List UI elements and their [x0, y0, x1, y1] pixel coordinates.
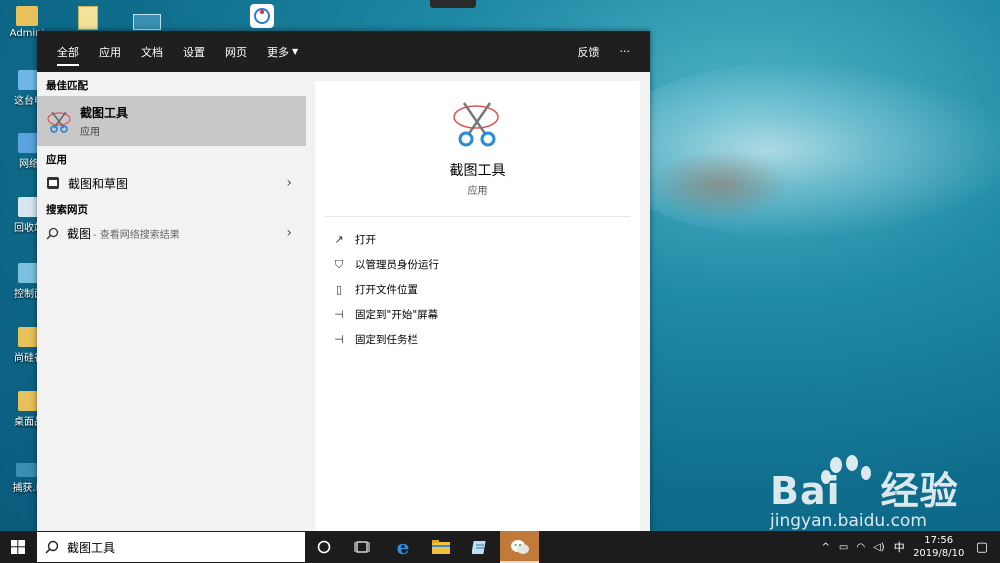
- best-match-type: 应用: [80, 127, 100, 138]
- clock-date: 2019/8/10: [913, 548, 965, 559]
- file-location-icon: ▯: [335, 283, 343, 296]
- search-input[interactable]: [65, 539, 269, 555]
- notepad-icon: [472, 541, 486, 554]
- action-run-as-admin[interactable]: ⛉ 以管理员身份运行: [315, 252, 640, 277]
- tab-label: 文档: [141, 45, 163, 59]
- wechat-icon: [510, 540, 529, 554]
- search-icon: [46, 227, 59, 239]
- search-panel: 全部 应用 文档 设置 网页 更多 ▼ 反馈 ··· 最佳匹配 截图工具 应用 应…: [37, 31, 650, 531]
- action-pin-to-start[interactable]: ⊣ 固定到"开始"屏幕: [315, 302, 640, 327]
- start-button[interactable]: [0, 531, 36, 563]
- battery-icon[interactable]: ▭: [835, 542, 852, 553]
- details-subtitle: 应用: [467, 186, 488, 197]
- snipping-tool-icon: [47, 111, 71, 133]
- action-label: 打开文件位置: [355, 284, 418, 296]
- best-match-header: 最佳匹配: [46, 80, 88, 92]
- wechat-button[interactable]: [500, 531, 539, 563]
- more-options-button[interactable]: ···: [610, 31, 641, 72]
- action-label: 以管理员身份运行: [355, 259, 439, 271]
- cortana-button[interactable]: [305, 531, 343, 563]
- action-label: 固定到"开始"屏幕: [355, 309, 439, 321]
- snipping-tool-large-icon: [452, 102, 499, 147]
- wave-highlight: [600, 60, 1000, 240]
- pin-icon: ⊣: [334, 308, 344, 321]
- action-open-file-location[interactable]: ▯ 打开文件位置: [315, 277, 640, 302]
- web-search-header: 搜索网页: [46, 204, 88, 216]
- details-pane: 截图工具 应用 ↗ 打开 ⛉ 以管理员身份运行 ▯ 打开文件位置 ⊣ 固定到"开…: [315, 81, 640, 531]
- volume-icon[interactable]: ◁): [869, 542, 889, 553]
- clock-time: 17:56: [924, 535, 954, 546]
- snip-sketch-icon: [47, 177, 59, 189]
- open-icon: ↗: [334, 233, 344, 246]
- web-search-suffix: - 查看网络搜索结果: [93, 229, 180, 241]
- tab-label: 网页: [225, 45, 247, 59]
- tab-label: 设置: [183, 45, 205, 59]
- tab-apps[interactable]: 应用: [89, 31, 131, 72]
- best-match-name: 截图工具: [80, 106, 129, 120]
- task-view-icon: [354, 541, 370, 553]
- tab-label: 全部: [57, 45, 79, 59]
- system-tray: ^ ▭ ◠ ◁) 中 17:56 2019/8/10 ▢: [817, 531, 1000, 563]
- action-pin-to-taskbar[interactable]: ⊣ 固定到任务栏: [315, 327, 640, 352]
- baidu-watermark: Bai 经验 jingyan.baidu.com: [770, 460, 959, 531]
- details-hero: 截图工具 应用: [325, 81, 630, 217]
- taskbar-search-box[interactable]: [37, 532, 305, 562]
- details-title: 截图工具: [449, 163, 506, 179]
- image-file-icon[interactable]: [133, 14, 161, 30]
- tab-all[interactable]: 全部: [47, 31, 89, 72]
- search-icon: [45, 540, 59, 554]
- admin-shield-icon: ⛉: [334, 257, 344, 271]
- chevron-right-icon[interactable]: ›: [286, 175, 292, 191]
- task-view-button[interactable]: [343, 531, 381, 563]
- feedback-button[interactable]: 反馈: [568, 31, 610, 72]
- folder-icon: [16, 6, 38, 26]
- window-strip: [430, 0, 476, 8]
- app-shortcut-icon[interactable]: [250, 4, 274, 28]
- windows-logo-icon: [11, 540, 25, 554]
- search-filter-tabbar: 全部 应用 文档 设置 网页 更多 ▼ 反馈 ···: [37, 31, 650, 72]
- wifi-icon[interactable]: ◠: [852, 542, 869, 553]
- app-result-snip-sketch[interactable]: 截图和草图 ›: [37, 170, 306, 196]
- results-list: 最佳匹配 截图工具 应用 应用 截图和草图 › 搜索网页 截图 - 查看网络搜索…: [37, 72, 306, 531]
- tab-settings[interactable]: 设置: [173, 31, 215, 72]
- taskbar: e ^ ▭ ◠ ◁) 中 17:56 2019/8/10 ▢: [0, 531, 1000, 563]
- chevron-right-icon[interactable]: ›: [286, 225, 292, 241]
- tab-more[interactable]: 更多 ▼: [257, 31, 308, 72]
- watermark-brand-cn: 经验: [880, 469, 959, 513]
- ime-indicator[interactable]: 中: [889, 539, 910, 555]
- action-center-icon[interactable]: ▢: [968, 540, 1000, 555]
- feedback-label: 反馈: [577, 45, 600, 59]
- pin-icon: ⊣: [334, 333, 344, 346]
- tray-overflow-chevron-icon[interactable]: ^: [817, 542, 835, 553]
- wave-shadow: [650, 150, 790, 220]
- file-icon[interactable]: [78, 6, 98, 30]
- cortana-circle-icon: [317, 540, 331, 554]
- edge-button[interactable]: e: [384, 531, 422, 563]
- clock[interactable]: 17:56 2019/8/10: [910, 534, 968, 560]
- notepad-app-button[interactable]: [461, 531, 499, 563]
- tab-label: 更多: [267, 45, 289, 59]
- best-match-item[interactable]: 截图工具 应用: [37, 96, 306, 146]
- tab-label: 应用: [99, 45, 121, 59]
- desktop-icon-label: 网络: [19, 159, 39, 170]
- tab-documents[interactable]: 文档: [131, 31, 173, 72]
- web-search-result[interactable]: 截图 - 查看网络搜索结果 ›: [37, 220, 306, 246]
- file-explorer-button[interactable]: [422, 531, 460, 563]
- action-label: 固定到任务栏: [355, 334, 418, 346]
- web-search-query: 截图: [67, 226, 92, 241]
- folder-icon: [432, 540, 450, 554]
- ellipsis-icon: ···: [619, 45, 631, 58]
- action-label: 打开: [355, 234, 376, 246]
- edge-icon: e: [396, 535, 410, 559]
- caret-down-icon: ▼: [292, 47, 299, 56]
- image-file-icon: [16, 463, 38, 477]
- watermark-brand: Bai: [770, 469, 841, 513]
- tab-web[interactable]: 网页: [215, 31, 257, 72]
- app-result-label: 截图和草图: [68, 176, 129, 191]
- action-open[interactable]: ↗ 打开: [315, 227, 640, 252]
- apps-header: 应用: [46, 154, 67, 166]
